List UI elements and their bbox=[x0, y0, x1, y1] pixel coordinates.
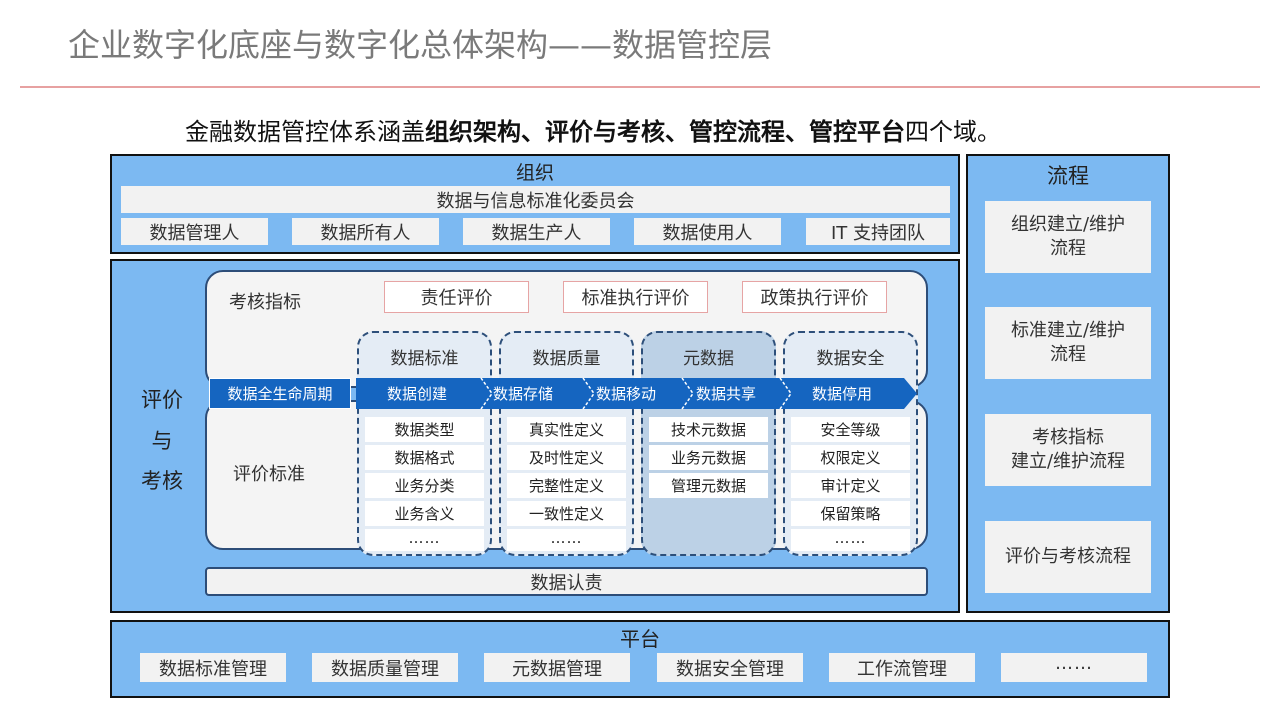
lifecycle-step: 数据移动 bbox=[595, 385, 656, 403]
process-item: 组织建立/维护 流程 bbox=[985, 201, 1151, 273]
platform-item: 数据标准管理 bbox=[140, 653, 286, 682]
kpi-item: 政策执行评价 bbox=[742, 281, 887, 313]
criteria-cell: 完整性定义 bbox=[507, 473, 626, 498]
criteria-cell: 及时性定义 bbox=[507, 445, 626, 470]
criteria-cell: 技术元数据 bbox=[649, 417, 768, 442]
lifecycle-step: 数据存储 bbox=[492, 385, 553, 403]
subtitle-bold: 组织架构、评价与考核、管控流程、管控平台 bbox=[425, 118, 905, 146]
criteria-cell: 保留策略 bbox=[791, 501, 910, 526]
column-data-security: 数据安全 安全等级 权限定义 审计定义 保留策略 …… bbox=[783, 331, 918, 556]
process-item-line: 考核指标 bbox=[1032, 426, 1104, 448]
evaluation-title-line: 考核 bbox=[141, 469, 183, 494]
criteria-cell: 权限定义 bbox=[791, 445, 910, 470]
committee-box: 数据与信息标准化委员会 bbox=[121, 186, 950, 213]
column-head: 元数据 bbox=[683, 348, 734, 369]
platform-item: 元数据管理 bbox=[484, 653, 630, 682]
column-metadata: 元数据 技术元数据 业务元数据 管理元数据 bbox=[641, 331, 776, 556]
role-box: 数据使用人 bbox=[634, 218, 781, 245]
kpi-item: 标准执行评价 bbox=[563, 281, 708, 313]
criteria-cell: 业务元数据 bbox=[649, 445, 768, 470]
accountability-bar: 数据认责 bbox=[205, 567, 928, 596]
evaluation-title: 评价 与 考核 bbox=[122, 381, 202, 501]
process-item-line: 组织建立/维护 bbox=[1010, 213, 1126, 235]
column-head: 数据质量 bbox=[532, 348, 601, 369]
criteria-cell: 数据格式 bbox=[365, 445, 484, 470]
lifecycle-step: 数据共享 bbox=[695, 385, 756, 403]
column-data-quality: 数据质量 真实性定义 及时性定义 完整性定义 一致性定义 …… bbox=[499, 331, 634, 556]
process-item: 评价与考核流程 bbox=[985, 521, 1151, 593]
organization-title: 组织 bbox=[515, 161, 554, 184]
platform-item: 数据质量管理 bbox=[312, 653, 458, 682]
criteria-cell: …… bbox=[791, 529, 910, 551]
page-title: 企业数字化底座与数字化总体架构——数据管控层 bbox=[68, 26, 773, 64]
kpi-label: 考核指标 bbox=[229, 292, 301, 313]
role-box: IT 支持团队 bbox=[806, 218, 950, 245]
title-divider bbox=[20, 86, 1260, 88]
criteria-cell: 审计定义 bbox=[791, 473, 910, 498]
platform-panel: 平台 数据标准管理 数据质量管理 元数据管理 数据安全管理 工作流管理 …… bbox=[110, 620, 1170, 698]
criteria-cell: 真实性定义 bbox=[507, 417, 626, 442]
subtitle-prefix: 金融数据管控体系涵盖 bbox=[185, 118, 425, 146]
subtitle: 金融数据管控体系涵盖组织架构、评价与考核、管控流程、管控平台四个域。 bbox=[185, 112, 1001, 147]
subtitle-suffix: 四个域。 bbox=[905, 118, 1001, 146]
criteria-cell: 业务分类 bbox=[365, 473, 484, 498]
kpi-item: 责任评价 bbox=[384, 281, 529, 313]
evaluation-panel: 评价 与 考核 考核指标 责任评价 标准执行评价 政策执行评价 评价标准 数据标… bbox=[110, 259, 960, 613]
process-item: 考核指标 建立/维护流程 bbox=[985, 414, 1151, 486]
process-item: 标准建立/维护 流程 bbox=[985, 307, 1151, 379]
role-box: 数据所有人 bbox=[292, 218, 439, 245]
evaluation-title-line: 与 bbox=[151, 428, 173, 453]
evaluation-title-line: 评价 bbox=[141, 387, 183, 412]
role-box: 数据管理人 bbox=[121, 218, 268, 245]
process-item-line: 标准建立/维护 bbox=[1010, 319, 1126, 341]
criteria-cell: 安全等级 bbox=[791, 417, 910, 442]
process-item-line: 评价与考核流程 bbox=[1005, 545, 1131, 567]
process-item-line: 流程 bbox=[1050, 238, 1086, 259]
platform-item: 工作流管理 bbox=[829, 653, 975, 682]
criteria-cell: 业务含义 bbox=[365, 501, 484, 526]
platform-item: …… bbox=[1001, 653, 1147, 682]
process-panel: 流程 组织建立/维护 流程 标准建立/维护 流程 考核指标 建立/维护流程 评价… bbox=[966, 154, 1170, 613]
criteria-cell: 管理元数据 bbox=[649, 473, 768, 498]
lifecycle-step: 数据停用 bbox=[811, 385, 872, 403]
criteria-cell: …… bbox=[365, 529, 484, 551]
lifecycle-label: 数据全生命周期 bbox=[209, 378, 351, 409]
column-data-standard: 数据标准 数据类型 数据格式 业务分类 业务含义 …… bbox=[357, 331, 492, 556]
column-head: 数据标准 bbox=[390, 348, 459, 369]
lifecycle-step: 数据创建 bbox=[386, 385, 447, 403]
criteria-cell: …… bbox=[507, 529, 626, 551]
role-box: 数据生产人 bbox=[463, 218, 610, 245]
process-item-line: 流程 bbox=[1050, 344, 1086, 365]
organization-panel: 组织 数据与信息标准化委员会 数据管理人 数据所有人 数据生产人 数据使用人 I… bbox=[110, 154, 960, 254]
process-item-line: 建立/维护流程 bbox=[1010, 451, 1126, 472]
criteria-label: 评价标准 bbox=[233, 464, 305, 485]
platform-item: 数据安全管理 bbox=[657, 653, 803, 682]
process-title: 流程 bbox=[1047, 164, 1089, 188]
platform-title: 平台 bbox=[620, 626, 660, 651]
criteria-cell: 数据类型 bbox=[365, 417, 484, 442]
column-head: 数据安全 bbox=[816, 348, 885, 369]
criteria-cell: 一致性定义 bbox=[507, 501, 626, 526]
